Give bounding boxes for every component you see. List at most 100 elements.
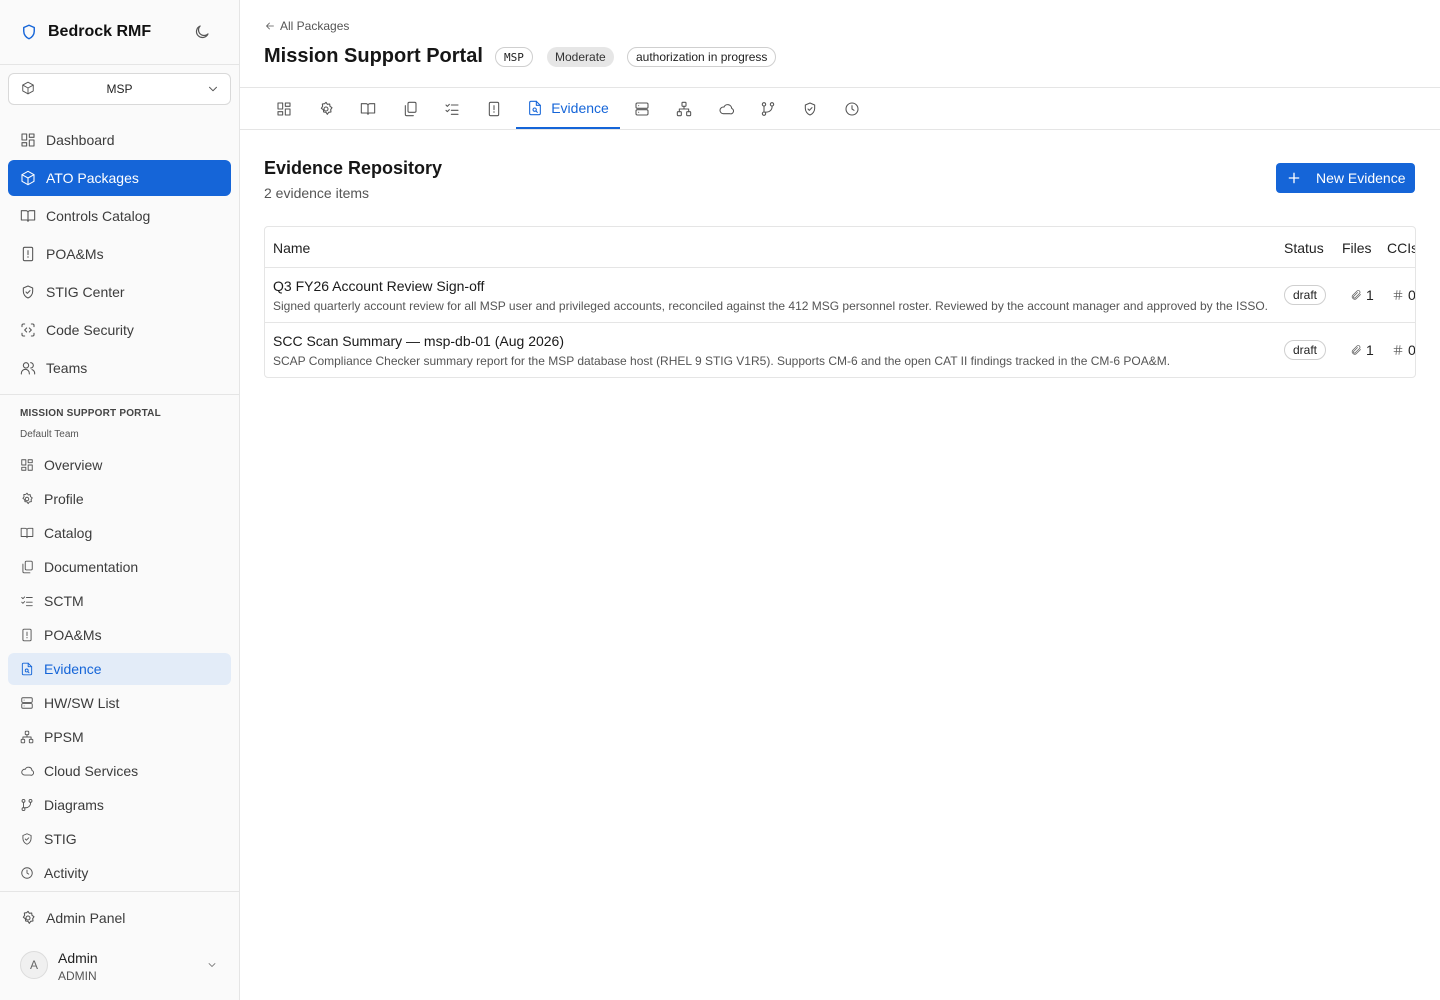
tab-evidence[interactable]: Evidence (516, 88, 620, 129)
new-evidence-label: New Evidence (1316, 170, 1406, 186)
sidebar-divider (0, 64, 239, 65)
nav-teams[interactable]: Teams (8, 350, 231, 386)
files-value: 1 (1366, 342, 1374, 358)
file-search-icon (20, 662, 34, 676)
table-row[interactable]: Q3 FY26 Account Review Sign-off Signed q… (265, 267, 1415, 322)
nav-label: ATO Packages (46, 170, 139, 186)
tab-cloud-services[interactable] (710, 88, 742, 129)
server-icon (20, 696, 34, 710)
package-code-badge: MSP (495, 47, 533, 67)
back-link-label: All Packages (280, 19, 350, 33)
package-nav-cloud-services[interactable]: Cloud Services (8, 755, 231, 787)
nav-dashboard[interactable]: Dashboard (8, 122, 231, 158)
package-team-name: Default Team (20, 429, 79, 440)
package-selector-value: MSP (106, 82, 133, 96)
package-nav-label: Profile (44, 491, 84, 507)
gear-icon (20, 492, 34, 506)
ccis-count: 0 (1392, 342, 1415, 358)
ccis-count: 0 (1392, 287, 1416, 303)
users-icon (20, 360, 36, 376)
paperclip-icon (1350, 344, 1362, 356)
book-icon (20, 526, 34, 540)
package-nav-activity[interactable]: Activity (8, 857, 231, 889)
avatar: A (20, 951, 48, 979)
nav-label: Admin Panel (46, 910, 126, 926)
branch-icon (760, 101, 776, 117)
package-nav-label: Evidence (44, 661, 102, 677)
nav-poams[interactable]: POA&Ms (8, 236, 231, 272)
column-header-name[interactable]: Name (273, 240, 310, 256)
section-title: Evidence Repository (264, 158, 443, 178)
network-icon (20, 730, 34, 744)
package-nav-label: Activity (44, 865, 89, 881)
back-to-packages-link[interactable]: All Packages (264, 19, 349, 33)
package-nav-overview[interactable]: Overview (8, 449, 231, 481)
tab-profile[interactable] (310, 88, 342, 129)
scan-code-icon (20, 322, 36, 338)
clock-icon (844, 101, 860, 117)
tab-stig[interactable] (794, 88, 826, 129)
tab-poams[interactable] (478, 88, 510, 129)
package-nav-ppsm[interactable]: PPSM (8, 721, 231, 753)
package-nav-documentation[interactable]: Documentation (8, 551, 231, 583)
tab-sctm[interactable] (436, 88, 468, 129)
column-header-files[interactable]: Files (1342, 240, 1372, 256)
dashboard-icon (20, 132, 36, 148)
evidence-count: 2 evidence items (264, 185, 370, 201)
evidence-description: SCAP Compliance Checker summary report f… (273, 354, 1171, 368)
package-nav-hw-sw-list[interactable]: HW/SW List (8, 687, 231, 719)
tab-catalog[interactable] (352, 88, 384, 129)
file-alert-icon (486, 101, 502, 117)
moon-icon[interactable] (193, 23, 211, 41)
tab-activity[interactable] (836, 88, 868, 129)
package-nav-catalog[interactable]: Catalog (8, 517, 231, 549)
tab-ppsm[interactable] (668, 88, 700, 129)
nav-ato-packages[interactable]: ATO Packages (8, 160, 231, 196)
dashboard-icon (20, 458, 34, 472)
table-row[interactable]: SCC Scan Summary — msp-db-01 (Aug 2026) … (265, 322, 1415, 377)
nav-code-security[interactable]: Code Security (8, 312, 231, 348)
package-nav-label: Catalog (44, 525, 93, 541)
package-nav-label: PPSM (44, 729, 84, 745)
package-nav-stig[interactable]: STIG (8, 823, 231, 855)
column-header-status[interactable]: Status (1284, 240, 1324, 256)
cloud-icon (718, 101, 734, 117)
package-selector[interactable]: MSP (8, 73, 231, 105)
book-icon (360, 101, 376, 117)
dashboard-icon (276, 101, 292, 117)
evidence-title[interactable]: SCC Scan Summary — msp-db-01 (Aug 2026) (273, 333, 564, 349)
new-evidence-button[interactable]: New Evidence (1276, 163, 1415, 193)
file-alert-icon (20, 628, 34, 642)
column-header-ccis[interactable]: CCIs (1387, 240, 1415, 256)
user-menu[interactable]: A Admin ADMIN (20, 950, 220, 983)
tab-hw-sw-list[interactable] (626, 88, 658, 129)
tab-overview[interactable] (268, 88, 300, 129)
tab-diagrams[interactable] (752, 88, 784, 129)
nav-admin-panel[interactable]: Admin Panel (8, 900, 231, 936)
evidence-table: Name Status Files CCIs Q3 FY26 Account R… (264, 226, 1416, 378)
nav-controls-catalog[interactable]: Controls Catalog (8, 198, 231, 234)
package-nav-poams[interactable]: POA&Ms (8, 619, 231, 651)
chevron-down-icon (206, 82, 220, 96)
file-alert-icon (20, 246, 36, 262)
nav-label: Code Security (46, 322, 134, 338)
nav-label: POA&Ms (46, 246, 104, 262)
evidence-title[interactable]: Q3 FY26 Account Review Sign-off (273, 278, 484, 294)
ccis-value: 0 (1408, 287, 1416, 303)
package-nav-profile[interactable]: Profile (8, 483, 231, 515)
documents-icon (20, 560, 34, 574)
status-badge: draft (1284, 285, 1327, 305)
nav-stig-center[interactable]: STIG Center (8, 274, 231, 310)
network-icon (676, 101, 692, 117)
package-nav-evidence[interactable]: Evidence (8, 653, 231, 685)
hash-icon (1392, 344, 1404, 356)
sidebar-divider (0, 891, 239, 892)
tab-documentation[interactable] (394, 88, 426, 129)
book-icon (20, 208, 36, 224)
shield-icon (20, 23, 38, 41)
package-nav-sctm[interactable]: SCTM (8, 585, 231, 617)
nav-label: Dashboard (46, 132, 115, 148)
brand[interactable]: Bedrock RMF (20, 20, 151, 44)
package-nav-diagrams[interactable]: Diagrams (8, 789, 231, 821)
page-title: Mission Support Portal (264, 45, 483, 67)
